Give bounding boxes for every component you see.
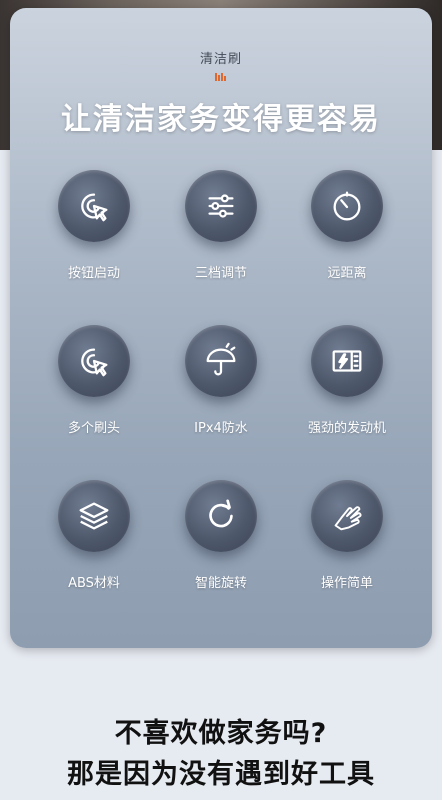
feature-label: 智能旋转 [194,576,247,591]
hand-icon [334,506,362,531]
feature-icon-circle [58,170,130,242]
feature-item-waterproof: IPx4防水 [161,325,281,436]
feature-icon-circle [311,325,383,397]
battery-bolt-icon [332,350,362,372]
footer-line-1: 不喜欢做家务吗? [114,718,328,749]
brand-logo-icon [215,73,226,81]
feature-label: 按钮启动 [67,266,120,281]
feature-item-smart-rotate: 智能旋转 [161,480,281,591]
feature-icon-circle [185,480,257,552]
rotate-icon [209,499,233,528]
feature-icon-circle [185,325,257,397]
feature-icon-circle [311,170,383,242]
footer-line-2: 那是因为没有遇到好工具 [67,759,375,790]
feature-icon-circle [58,325,130,397]
feature-label: IPx4防水 [194,421,248,436]
feature-label: 三档调节 [194,266,247,281]
feature-item-abs-material: ABS材料 [34,480,154,591]
pointer-click-icon [81,348,108,377]
feature-icon-circle [185,170,257,242]
pointer-click-icon [81,193,108,222]
feature-icon-circle [311,480,383,552]
sliders-icon [208,194,234,218]
feature-label: 远距离 [327,266,367,281]
feature-card: 清洁刷 让清洁家务变得更容易 按钮启动 三档调节 远距离 多个刷头 IPx4防水… [10,8,432,648]
umbrella-rain-icon [206,342,236,376]
feature-item-multi-head: 多个刷头 [34,325,154,436]
feature-item-motor: 强劲的发动机 [287,325,407,436]
headline: 让清洁家务变得更容易 [61,102,381,137]
feature-icon-circle [58,480,130,552]
feature-item-easy-operation: 操作简单 [287,480,407,591]
feature-item-three-speed: 三档调节 [161,170,281,281]
feature-item-button-start: 按钮启动 [34,170,154,281]
layers-icon [79,502,109,530]
feature-label: 操作简单 [320,576,373,591]
feature-item-long-range: 远距离 [287,170,407,281]
feature-label: ABS材料 [68,576,120,591]
feature-label: 多个刷头 [67,421,120,436]
brand-label: 清洁刷 [199,52,242,67]
feature-label: 强劲的发动机 [307,421,386,436]
timer-gauge-icon [333,191,361,221]
